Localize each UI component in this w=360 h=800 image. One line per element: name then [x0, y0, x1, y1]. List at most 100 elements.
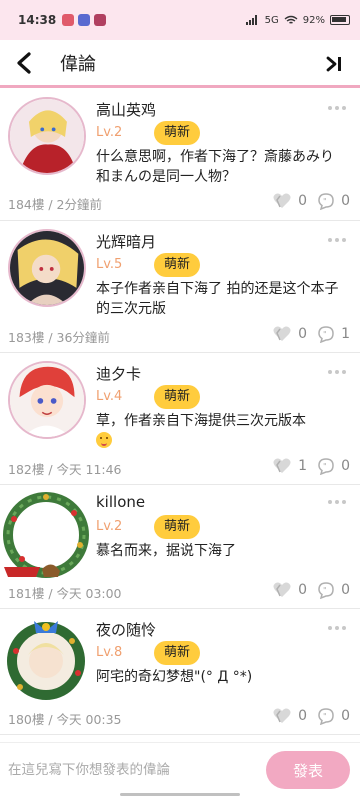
username[interactable]: 迪夕卡	[96, 363, 141, 384]
comment-item: 夜の随怜 Lv.8 萌新 阿宅的奇幻梦想"(° Д °*) 180樓 / 今天 …	[0, 609, 360, 735]
comment-meta: 184樓 / 2分鐘前	[8, 197, 102, 212]
svg-text:": "	[323, 330, 327, 339]
like-count: 0	[298, 326, 308, 342]
signal-icon	[245, 15, 257, 25]
like-count: 0	[298, 193, 308, 209]
user-avatar[interactable]	[8, 97, 86, 175]
reply-icon: "	[318, 193, 334, 210]
app-notification-icon	[94, 14, 107, 26]
comment-item: 迪夕卡 Lv.4 萌新 草，作者亲自下海提供三次元版本 182樓 / 今天 11…	[0, 353, 360, 485]
svg-text:": "	[323, 586, 327, 595]
username[interactable]: 夜の随怜	[96, 619, 156, 640]
more-options-icon[interactable]	[328, 367, 350, 377]
user-level: Lv.4	[96, 389, 123, 404]
username[interactable]: killone	[96, 493, 145, 511]
jump-to-end-icon[interactable]	[322, 52, 346, 76]
reply-button[interactable]: " 0	[317, 192, 350, 210]
comment-composer: 發表	[0, 742, 360, 800]
comment-meta: 183樓 / 36分鐘前	[8, 330, 110, 345]
comment-actions: 0 " 0	[262, 707, 350, 725]
like-icon	[273, 708, 291, 723]
user-title-badge: 萌新	[154, 641, 201, 665]
page-title: 偉論	[60, 53, 96, 75]
reply-button[interactable]: " 0	[317, 581, 350, 599]
system-icons: 5G 92%	[245, 14, 350, 26]
notification-icons	[62, 14, 107, 26]
comment-actions: 0 " 0	[262, 581, 350, 599]
like-count: 0	[298, 582, 308, 598]
comment-item: 光辉暗月 Lv.5 萌新 本子作者亲自下海了 拍的还是这个本子的三次元版 183…	[0, 221, 360, 353]
comment-text: 本子作者亲自下海了 拍的还是这个本子的三次元版	[96, 281, 339, 317]
more-options-icon[interactable]	[328, 103, 350, 113]
user-avatar[interactable]	[8, 361, 86, 439]
comment-actions: 0 " 0	[262, 192, 350, 210]
wifi-icon	[284, 15, 298, 24]
like-count: 0	[298, 708, 308, 724]
svg-text:": "	[323, 462, 327, 471]
app-notification-icon	[78, 14, 91, 26]
back-arrow-icon[interactable]	[0, 39, 48, 87]
comment-item: 高山英鸡 Lv.2 萌新 什么意思啊，作者下海了？斎藤あみり和まんの是同一人物？…	[0, 91, 360, 221]
more-options-icon[interactable]	[328, 497, 350, 507]
user-title-badge: 萌新	[154, 385, 201, 409]
status-time: 14:38	[18, 13, 57, 27]
comment-body: 草，作者亲自下海提供三次元版本	[96, 411, 346, 451]
reply-icon: "	[318, 458, 334, 475]
user-level: Lv.2	[96, 125, 123, 140]
user-avatar[interactable]	[8, 229, 86, 307]
user-avatar[interactable]	[0, 489, 92, 581]
comment-meta: 180樓 / 今天 00:35	[8, 712, 122, 727]
user-level: Lv.5	[96, 257, 123, 272]
user-avatar[interactable]	[0, 611, 92, 703]
status-bar: 14:38 5G 92%	[0, 0, 360, 40]
comment-item: killone Lv.2 萌新 慕名而来，据说下海了 181樓 / 今天 03:…	[0, 485, 360, 609]
battery-icon	[330, 15, 350, 25]
like-icon	[273, 458, 291, 473]
svg-text:": "	[323, 712, 327, 721]
like-icon	[273, 582, 291, 597]
like-count: 1	[298, 458, 308, 474]
comment-list[interactable]: 高山英鸡 Lv.2 萌新 什么意思啊，作者下海了？斎藤あみり和まんの是同一人物？…	[0, 91, 360, 735]
like-button[interactable]: 0	[272, 325, 307, 343]
comment-text: 什么意思啊，作者下海了？斎藤あみり和まんの是同一人物？	[96, 149, 334, 185]
post-button[interactable]: 發表	[266, 751, 350, 789]
like-button[interactable]: 0	[272, 707, 307, 725]
like-button[interactable]: 0	[272, 192, 307, 210]
user-level: Lv.8	[96, 645, 123, 660]
comment-meta: 181樓 / 今天 03:00	[8, 586, 122, 601]
more-options-icon[interactable]	[328, 235, 350, 245]
reply-count: 0	[341, 582, 350, 598]
user-title-badge: 萌新	[154, 515, 201, 539]
reply-count: 1	[341, 326, 350, 342]
like-button[interactable]: 0	[272, 581, 307, 599]
reply-icon: "	[318, 582, 334, 599]
network-type: 5G	[264, 14, 279, 26]
yum-emoji-icon	[96, 432, 112, 448]
username[interactable]: 高山英鸡	[96, 99, 156, 120]
user-level: Lv.2	[96, 519, 123, 534]
user-title-badge: 萌新	[154, 253, 201, 277]
username[interactable]: 光辉暗月	[96, 231, 156, 252]
like-button[interactable]: 1	[272, 457, 307, 475]
reply-button[interactable]: " 0	[317, 707, 350, 725]
more-options-icon[interactable]	[328, 623, 350, 633]
comment-actions: 0 " 1	[262, 325, 350, 343]
comment-text: 草，作者亲自下海提供三次元版本	[96, 413, 306, 429]
comment-text: 慕名而来，据说下海了	[96, 543, 236, 559]
reply-count: 0	[341, 458, 350, 474]
battery-percent: 92%	[302, 14, 325, 26]
reply-button[interactable]: " 1	[317, 325, 350, 343]
svg-text:": "	[323, 197, 327, 206]
reply-icon: "	[318, 326, 334, 343]
reply-button[interactable]: " 0	[317, 457, 350, 475]
like-icon	[273, 326, 291, 341]
home-indicator[interactable]	[120, 793, 240, 796]
comment-input[interactable]	[8, 753, 252, 787]
reply-count: 0	[341, 708, 350, 724]
like-icon	[273, 193, 291, 208]
reply-count: 0	[341, 193, 350, 209]
comment-actions: 1 " 0	[262, 457, 350, 475]
comment-meta: 182樓 / 今天 11:46	[8, 462, 122, 477]
comment-text: 阿宅的奇幻梦想"(° Д °*)	[96, 669, 253, 685]
top-app-bar: 偉論	[0, 40, 360, 88]
